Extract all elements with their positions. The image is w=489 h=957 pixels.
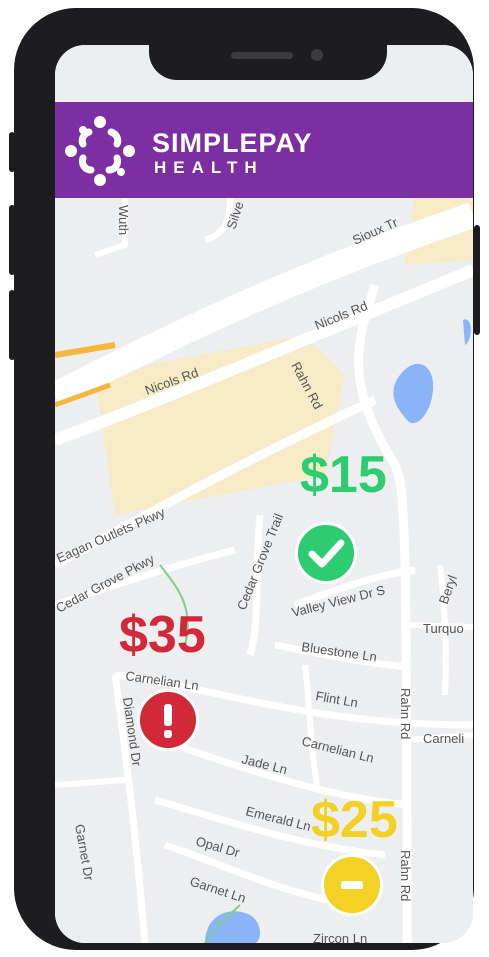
camera-icon xyxy=(311,49,323,61)
check-icon[interactable] xyxy=(295,522,357,584)
label-turquoise: Turquo xyxy=(423,621,464,636)
label-rahn-lower: Rahn Rd xyxy=(398,850,413,901)
brand-name: SIMPLEPAY xyxy=(152,128,313,158)
volume-down-button xyxy=(9,290,15,360)
label-wuth: Wuth xyxy=(116,205,131,235)
phone-notch xyxy=(149,16,387,80)
label-zircon: Zircon Ln xyxy=(313,931,367,943)
minus-icon[interactable] xyxy=(321,854,383,916)
price-label-35: $35 xyxy=(119,606,206,664)
power-button xyxy=(474,225,480,335)
brand-subtitle: HEALTH xyxy=(154,158,264,177)
exclamation-icon[interactable] xyxy=(137,689,199,751)
price-label-25: $25 xyxy=(311,791,398,849)
price-label-15: $15 xyxy=(300,446,387,504)
simplepay-logo-icon xyxy=(65,116,135,186)
app-header: SIMPLEPAY HEALTH xyxy=(55,102,473,198)
phone-screen: Sioux Tr Nicols Rd Nicols Rd Rahn Rd Eag… xyxy=(55,45,473,943)
label-rahn-mid: Rahn Rd xyxy=(398,688,413,739)
label-carnelian-right: Carneli xyxy=(423,731,464,746)
volume-up-button xyxy=(9,205,15,275)
mute-switch xyxy=(9,132,15,172)
phone-frame: Sioux Tr Nicols Rd Nicols Rd Rahn Rd Eag… xyxy=(14,8,474,950)
speaker-icon xyxy=(231,52,293,59)
